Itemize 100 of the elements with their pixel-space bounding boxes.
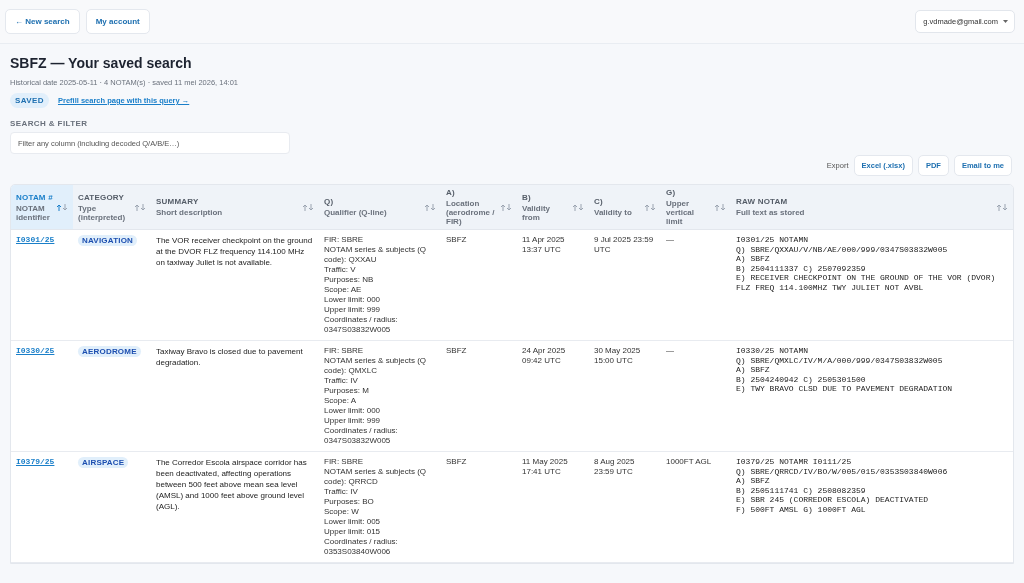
column-subtitle: Validity to bbox=[594, 208, 633, 217]
column-header[interactable]: Q) Qualifier (Q-line) bbox=[319, 185, 441, 230]
sort-icon[interactable] bbox=[134, 203, 146, 211]
sort-icon[interactable] bbox=[996, 203, 1008, 211]
raw-line: E) SBR 245 (CORREDOR ESCOLA) DEACTIVATED bbox=[736, 495, 930, 505]
qualifier-line: Upper limit: 999 bbox=[324, 416, 382, 426]
column-title: RAW NOTAM bbox=[736, 197, 789, 206]
raw-line: F) 500FT AMSL G) 1000FT AGL bbox=[736, 504, 867, 514]
validity-from: 11 May 2025 17:41 UTC bbox=[522, 457, 569, 477]
column-title: NOTAM # bbox=[16, 192, 53, 202]
sort-icon[interactable] bbox=[302, 203, 314, 211]
column-subtitle: Full text as stored bbox=[736, 208, 806, 217]
column-subtitle: Upper vertical limit bbox=[666, 199, 696, 226]
column-subtitle: NOTAM identifier bbox=[16, 203, 51, 222]
qualifier-line: Scope: W bbox=[324, 507, 360, 517]
sort-icon[interactable] bbox=[644, 203, 656, 211]
qualifier-line: FIR: SBRE bbox=[324, 235, 365, 245]
qualifier-line: Purposes: M bbox=[324, 386, 370, 396]
raw-line: E) TWY BRAVO CLSD DUE TO PAVEMENT DEGRADATION bbox=[736, 384, 954, 394]
column-title: B) bbox=[522, 192, 532, 202]
summary-text: The Corredor Escola airspace corridor has been deactivated, affecting operations between 500 feet above mean sea level (AMSL) and 1000 feet above ground level (AGL). bbox=[156, 457, 308, 512]
qualifier-line: Traffic: IV bbox=[324, 487, 359, 497]
notam-link[interactable]: I0301/25 bbox=[16, 235, 55, 244]
validity-to: 30 May 2025 15:00 UTC bbox=[594, 346, 642, 366]
notam-link[interactable]: I0379/25 bbox=[16, 457, 55, 466]
column-header[interactable]: RAW NOTAM Full text as stored bbox=[731, 185, 1013, 230]
qualifier-line: Upper limit: 015 bbox=[324, 527, 382, 537]
filter-label: SEARCH & FILTER bbox=[10, 119, 89, 128]
notam-link[interactable]: I0330/25 bbox=[16, 346, 55, 355]
qualifier-line: Coordinates / radius: 0353S03840W006 bbox=[324, 537, 399, 557]
qualifier-line: FIR: SBRE bbox=[324, 457, 365, 467]
sort-icon[interactable] bbox=[500, 203, 512, 211]
summary-text: The VOR receiver checkpoint on the ground at the DVOR FLZ frequency 114.100 MHz on taxiway Juliet is not available. bbox=[156, 235, 314, 268]
summary-text: Taxiway Bravo is closed due to pavement degradation. bbox=[156, 346, 304, 368]
raw-line: Q) SBRE/QRRCD/IV/BO/W/005/015/0353S03840W006 bbox=[736, 466, 949, 476]
raw-line: I0330/25 NOTAMN bbox=[736, 346, 809, 356]
qualifier-line: Scope: AE bbox=[324, 285, 363, 295]
column-header[interactable]: B) Validity from bbox=[517, 185, 589, 230]
column-title: SUMMARY bbox=[156, 197, 200, 206]
sort-icon[interactable] bbox=[56, 203, 68, 211]
validity-from: 11 Apr 2025 13:37 UTC bbox=[522, 235, 566, 255]
validity-to: 8 Aug 2025 23:59 UTC bbox=[594, 457, 636, 477]
location-text: SBFZ bbox=[446, 235, 467, 244]
column-title: Q) bbox=[324, 197, 335, 206]
raw-line: E) RECEIVER CHECKPOINT ON THE GROUND OF THE VOR (DVOR) FLZ FREQ 114.100MHZ TWY JULIET NOT AVBL bbox=[736, 273, 997, 292]
raw-line: Q) SBRE/QMXLC/IV/M/A/000/999/0347S03832W005 bbox=[736, 355, 944, 365]
raw-line: A) SBFZ bbox=[736, 365, 771, 375]
raw-line: A) SBFZ bbox=[736, 254, 771, 264]
column-header[interactable]: CATEGORY Type (interpreted) bbox=[73, 185, 151, 230]
raw-line: B) 2504111337 C) 2507092359 bbox=[736, 263, 867, 273]
sort-icon[interactable] bbox=[424, 203, 436, 211]
column-subtitle: Type (interpreted) bbox=[78, 203, 127, 222]
column-title: CATEGORY bbox=[78, 192, 126, 202]
sort-icon[interactable] bbox=[714, 203, 726, 211]
column-title: A) bbox=[446, 188, 456, 197]
qualifier-line: NOTAM series & subjects (Q code): QMXLC bbox=[324, 356, 428, 376]
qualifier-line: Purposes: NB bbox=[324, 275, 375, 285]
qualifier-line: Coordinates / radius: 0347S03832W005 bbox=[324, 315, 399, 335]
column-header[interactable]: NOTAM # NOTAM identifier bbox=[11, 185, 73, 230]
column-subtitle: Validity from bbox=[522, 203, 551, 222]
category-tag: NAVIGATION bbox=[78, 235, 138, 246]
raw-line: I0379/25 NOTAMR I0111/25 bbox=[736, 457, 853, 467]
validity-to: 9 Jul 2025 23:59 UTC bbox=[594, 235, 655, 255]
qualifier-line: Purposes: BO bbox=[324, 497, 375, 507]
raw-line: B) 2505111741 C) 2508082359 bbox=[736, 485, 867, 495]
column-title: G) bbox=[666, 188, 677, 197]
qualifier-line: Coordinates / radius: 0347S03832W005 bbox=[324, 426, 399, 446]
location-text: SBFZ bbox=[446, 457, 467, 466]
column-subtitle: Qualifier (Q-line) bbox=[324, 208, 388, 217]
column-title: C) bbox=[594, 197, 604, 206]
raw-line: B) 2504240942 C) 2505301500 bbox=[736, 374, 867, 384]
nav-button[interactable]: My account bbox=[85, 9, 150, 34]
raw-line: I0301/25 NOTAMN bbox=[736, 235, 809, 245]
upper-limit: 1000FT AGL bbox=[666, 457, 713, 467]
category-tag: AERODROME bbox=[78, 346, 141, 357]
validity-from: 24 Apr 2025 09:42 UTC bbox=[522, 346, 567, 366]
category-tag: AIRSPACE bbox=[78, 457, 129, 468]
raw-line: Q) SBRE/QXXAU/V/NB/AE/000/999/0347S03832W005 bbox=[736, 244, 949, 254]
qualifier-line: Lower limit: 000 bbox=[324, 406, 382, 416]
qualifier-line: NOTAM series & subjects (Q code): QXXAU bbox=[324, 245, 428, 265]
column-subtitle: Short description bbox=[156, 208, 224, 217]
column-header[interactable]: SUMMARY Short description bbox=[151, 185, 319, 230]
nav-button[interactable]: ← New search bbox=[5, 9, 80, 34]
qualifier-line: FIR: SBRE bbox=[324, 346, 365, 356]
raw-line: A) SBFZ bbox=[736, 476, 771, 486]
column-subtitle: Location (aerodrome / FIR) bbox=[446, 199, 496, 226]
qualifier-line: Lower limit: 000 bbox=[324, 295, 382, 305]
qualifier-line: NOTAM series & subjects (Q code): QRRCD bbox=[324, 467, 428, 487]
qualifier-line: Upper limit: 999 bbox=[324, 305, 382, 315]
qualifier-line: Lower limit: 005 bbox=[324, 517, 382, 527]
caret-icon bbox=[1003, 20, 1008, 23]
saved-badge: SAVED bbox=[10, 93, 49, 108]
column-header[interactable]: G) Upper vertical limit bbox=[661, 185, 731, 230]
qualifier-line: Traffic: V bbox=[324, 265, 357, 275]
qualifier-line: Scope: A bbox=[324, 396, 358, 406]
column-header[interactable]: C) Validity to bbox=[589, 185, 661, 230]
column-header[interactable]: A) Location (aerodrome / FIR) bbox=[441, 185, 517, 230]
upper-limit: — bbox=[666, 235, 675, 245]
location-text: SBFZ bbox=[446, 346, 467, 355]
sort-icon[interactable] bbox=[572, 203, 584, 211]
